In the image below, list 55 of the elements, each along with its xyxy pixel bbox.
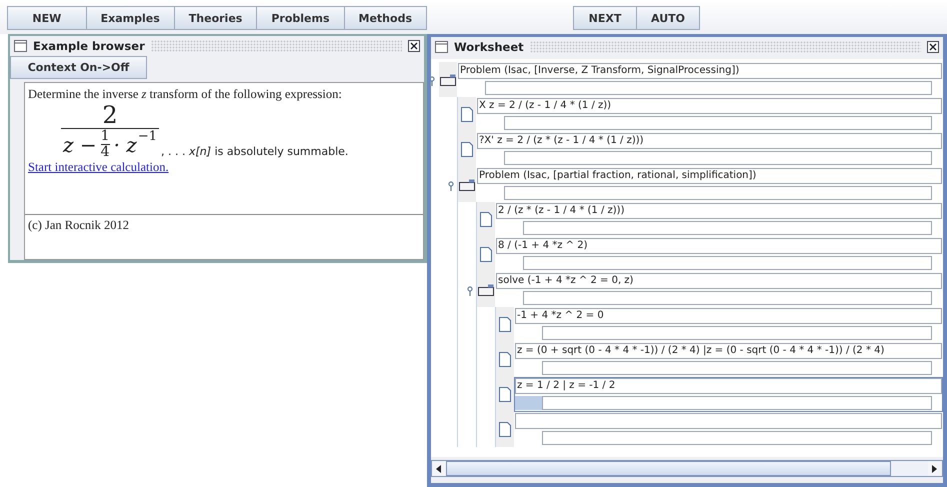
condition-text: , . . . x[n] is absolutely summable.: [161, 145, 348, 158]
close-icon[interactable]: [927, 41, 939, 53]
formula-field[interactable]: 8 / (-1 + 4 *z ^ 2): [496, 238, 942, 254]
horizontal-scrollbar[interactable]: [431, 460, 943, 477]
window-title: Example browser: [33, 39, 145, 53]
input-field[interactable]: [485, 81, 932, 95]
formula-field[interactable]: Problem (Isac, [partial fraction, rational, simplification]): [477, 168, 942, 184]
toolbar-button[interactable]: NEXT: [573, 6, 637, 30]
right-arrow-icon[interactable]: [932, 464, 938, 472]
formula-field[interactable]: X z = 2 / (z - 1 / 4 * (1 / z)): [477, 98, 942, 114]
toolbar-button[interactable]: NEW: [7, 6, 87, 30]
input-field[interactable]: [542, 396, 932, 410]
toolbar-button[interactable]: Theories: [174, 6, 258, 30]
formula-field[interactable]: ?X' z = 2 / (z * (z - 1 / 4 * (1 / z))): [477, 133, 942, 149]
input-field[interactable]: [542, 431, 932, 445]
title-bar-grip[interactable]: [150, 40, 402, 52]
document-icon: [499, 422, 511, 437]
start-calculation-link[interactable]: Start interactive calculation.: [25, 160, 169, 174]
formula-field[interactable]: solve (-1 + 4 *z ^ 2 = 0, z): [496, 273, 942, 289]
formula-field[interactable]: -1 + 4 *z ^ 2 = 0: [515, 308, 942, 324]
document-icon: [499, 317, 511, 332]
window-title: Worksheet: [454, 40, 524, 54]
selected-node-frame[interactable]: z = 1 / 2 | z = -1 / 2: [514, 377, 943, 412]
document-icon: [499, 352, 511, 367]
toolbar-button[interactable]: Examples: [86, 6, 175, 30]
document-icon: [480, 212, 492, 227]
input-field[interactable]: [523, 221, 932, 235]
context-button[interactable]: Context On->Off: [10, 56, 147, 79]
title-bar-grip[interactable]: [530, 41, 921, 53]
window-icon: [435, 41, 448, 53]
input-field[interactable]: [542, 326, 932, 340]
formula-field[interactable]: Problem (Isac, [Inverse, Z Transform, SignalProcessing]): [458, 63, 942, 79]
toolbar-button[interactable]: Methods: [344, 6, 427, 30]
close-icon[interactable]: [408, 40, 420, 52]
formula-field[interactable]: z = 1 / 2 | z = -1 / 2: [515, 378, 942, 394]
input-field[interactable]: [523, 291, 932, 305]
formula-field[interactable]: [515, 413, 942, 429]
left-arrow-icon[interactable]: [436, 464, 442, 472]
formula-field[interactable]: z = (0 + sqrt (0 - 4 * 4 * -1)) / (2 * 4) |z = (0 - sqrt (0 - 4 * 4 * -1)) / (2 * 4): [515, 343, 942, 359]
input-field[interactable]: [504, 186, 932, 200]
input-field[interactable]: [523, 256, 932, 270]
toolbar-button[interactable]: AUTO: [636, 6, 700, 30]
document-icon: [480, 247, 492, 262]
task-description: Determine the inverse z transform of the following expression:: [27, 86, 343, 102]
formula-field[interactable]: 2 / (z * (z - 1 / 4 * (1 / z))): [496, 203, 942, 219]
document-icon: [499, 387, 511, 402]
toolbar-button[interactable]: Problems: [256, 6, 345, 30]
selection-marker: [515, 396, 542, 410]
window-icon: [14, 40, 27, 52]
input-field[interactable]: [504, 151, 932, 165]
document-icon: [461, 107, 473, 122]
document-icon: [461, 142, 473, 157]
input-field[interactable]: [504, 116, 932, 130]
input-field[interactable]: [542, 361, 932, 375]
copyright-text: (c) Jan Rocnik 2012: [28, 218, 130, 232]
